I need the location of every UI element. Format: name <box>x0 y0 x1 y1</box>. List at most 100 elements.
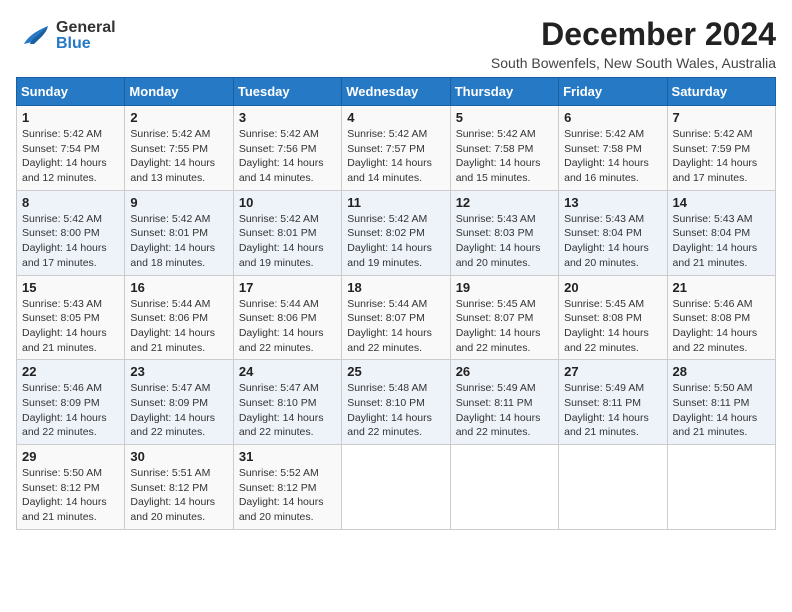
day-info: Sunrise: 5:45 AM Sunset: 8:08 PM Dayligh… <box>564 297 661 356</box>
calendar-cell: 26Sunrise: 5:49 AM Sunset: 8:11 PM Dayli… <box>450 360 558 445</box>
calendar-cell: 12Sunrise: 5:43 AM Sunset: 8:03 PM Dayli… <box>450 190 558 275</box>
location-subtitle: South Bowenfels, New South Wales, Austra… <box>491 55 776 71</box>
day-number: 7 <box>673 110 770 125</box>
day-info: Sunrise: 5:42 AM Sunset: 7:56 PM Dayligh… <box>239 127 336 186</box>
day-info: Sunrise: 5:51 AM Sunset: 8:12 PM Dayligh… <box>130 466 227 525</box>
day-number: 24 <box>239 364 336 379</box>
day-info: Sunrise: 5:42 AM Sunset: 7:57 PM Dayligh… <box>347 127 444 186</box>
day-number: 4 <box>347 110 444 125</box>
day-number: 25 <box>347 364 444 379</box>
calendar-week-4: 22Sunrise: 5:46 AM Sunset: 8:09 PM Dayli… <box>17 360 776 445</box>
day-info: Sunrise: 5:46 AM Sunset: 8:08 PM Dayligh… <box>673 297 770 356</box>
day-number: 10 <box>239 195 336 210</box>
day-number: 13 <box>564 195 661 210</box>
day-info: Sunrise: 5:42 AM Sunset: 7:59 PM Dayligh… <box>673 127 770 186</box>
day-number: 1 <box>22 110 119 125</box>
day-number: 15 <box>22 280 119 295</box>
day-info: Sunrise: 5:43 AM Sunset: 8:03 PM Dayligh… <box>456 212 553 271</box>
day-number: 28 <box>673 364 770 379</box>
calendar-cell: 17 Sunrise: 5:44 AM Sunset: 8:06 PM Dayli… <box>233 275 341 360</box>
calendar-cell: 5 Sunrise: 5:42 AM Sunset: 7:58 PM Daylig… <box>450 106 558 191</box>
day-number: 31 <box>239 449 336 464</box>
calendar-cell: 4 Sunrise: 5:42 AM Sunset: 7:57 PM Daylig… <box>342 106 450 191</box>
day-number: 16 <box>130 280 227 295</box>
day-number: 6 <box>564 110 661 125</box>
day-info: Sunrise: 5:47 AM Sunset: 8:09 PM Dayligh… <box>130 381 227 440</box>
weekday-header-saturday: Saturday <box>667 78 775 106</box>
day-number: 17 <box>239 280 336 295</box>
calendar-cell: 29 Sunrise: 5:50 AM Sunset: 8:12 PM Dayli… <box>17 445 125 530</box>
day-info: Sunrise: 5:48 AM Sunset: 8:10 PM Dayligh… <box>347 381 444 440</box>
day-number: 20 <box>564 280 661 295</box>
calendar-cell: 31 Sunrise: 5:52 AM Sunset: 8:12 PM Dayli… <box>233 445 341 530</box>
calendar-cell: 18Sunrise: 5:44 AM Sunset: 8:07 PM Dayli… <box>342 275 450 360</box>
calendar-cell: 21 Sunrise: 5:46 AM Sunset: 8:08 PM Dayli… <box>667 275 775 360</box>
day-info: Sunrise: 5:43 AM Sunset: 8:04 PM Dayligh… <box>673 212 770 271</box>
day-number: 18 <box>347 280 444 295</box>
calendar-cell: 23 Sunrise: 5:47 AM Sunset: 8:09 PM Dayli… <box>125 360 233 445</box>
calendar-week-5: 29 Sunrise: 5:50 AM Sunset: 8:12 PM Dayli… <box>17 445 776 530</box>
calendar-cell: 1 Sunrise: 5:42 AM Sunset: 7:54 PM Daylig… <box>17 106 125 191</box>
day-info: Sunrise: 5:43 AM Sunset: 8:05 PM Dayligh… <box>22 297 119 356</box>
calendar-week-1: 1 Sunrise: 5:42 AM Sunset: 7:54 PM Daylig… <box>17 106 776 191</box>
day-info: Sunrise: 5:50 AM Sunset: 8:11 PM Dayligh… <box>673 381 770 440</box>
weekday-header-row: SundayMondayTuesdayWednesdayThursdayFrid… <box>17 78 776 106</box>
calendar-week-3: 15 Sunrise: 5:43 AM Sunset: 8:05 PM Dayli… <box>17 275 776 360</box>
day-number: 27 <box>564 364 661 379</box>
day-info: Sunrise: 5:42 AM Sunset: 7:58 PM Dayligh… <box>456 127 553 186</box>
logo: General Blue <box>16 16 116 56</box>
logo-icon <box>16 16 52 56</box>
calendar-cell: 7 Sunrise: 5:42 AM Sunset: 7:59 PM Daylig… <box>667 106 775 191</box>
calendar-cell <box>450 445 558 530</box>
day-info: Sunrise: 5:47 AM Sunset: 8:10 PM Dayligh… <box>239 381 336 440</box>
weekday-header-wednesday: Wednesday <box>342 78 450 106</box>
calendar-cell: 28 Sunrise: 5:50 AM Sunset: 8:11 PM Dayli… <box>667 360 775 445</box>
day-number: 23 <box>130 364 227 379</box>
calendar-cell: 13Sunrise: 5:43 AM Sunset: 8:04 PM Dayli… <box>559 190 667 275</box>
calendar-cell: 20 Sunrise: 5:45 AM Sunset: 8:08 PM Dayli… <box>559 275 667 360</box>
day-number: 5 <box>456 110 553 125</box>
day-number: 30 <box>130 449 227 464</box>
day-number: 9 <box>130 195 227 210</box>
day-info: Sunrise: 5:50 AM Sunset: 8:12 PM Dayligh… <box>22 466 119 525</box>
calendar-cell: 3 Sunrise: 5:42 AM Sunset: 7:56 PM Daylig… <box>233 106 341 191</box>
day-number: 26 <box>456 364 553 379</box>
day-info: Sunrise: 5:42 AM Sunset: 8:01 PM Dayligh… <box>239 212 336 271</box>
day-number: 8 <box>22 195 119 210</box>
calendar-cell: 25 Sunrise: 5:48 AM Sunset: 8:10 PM Dayli… <box>342 360 450 445</box>
day-number: 11 <box>347 195 444 210</box>
calendar-cell: 16 Sunrise: 5:44 AM Sunset: 8:06 PM Dayli… <box>125 275 233 360</box>
calendar-cell: 9Sunrise: 5:42 AM Sunset: 8:01 PM Daylig… <box>125 190 233 275</box>
logo-blue: Blue <box>56 36 116 52</box>
day-number: 19 <box>456 280 553 295</box>
calendar-cell: 24 Sunrise: 5:47 AM Sunset: 8:10 PM Dayli… <box>233 360 341 445</box>
logo-text: General Blue <box>56 20 116 52</box>
day-number: 3 <box>239 110 336 125</box>
weekday-header-friday: Friday <box>559 78 667 106</box>
day-info: Sunrise: 5:42 AM Sunset: 7:58 PM Dayligh… <box>564 127 661 186</box>
calendar-cell: 30 Sunrise: 5:51 AM Sunset: 8:12 PM Dayli… <box>125 445 233 530</box>
calendar-cell: 6 Sunrise: 5:42 AM Sunset: 7:58 PM Daylig… <box>559 106 667 191</box>
day-number: 2 <box>130 110 227 125</box>
calendar-cell <box>559 445 667 530</box>
day-info: Sunrise: 5:49 AM Sunset: 8:11 PM Dayligh… <box>564 381 661 440</box>
calendar-week-2: 8Sunrise: 5:42 AM Sunset: 8:00 PM Daylig… <box>17 190 776 275</box>
day-info: Sunrise: 5:52 AM Sunset: 8:12 PM Dayligh… <box>239 466 336 525</box>
title-block: December 2024 South Bowenfels, New South… <box>491 16 776 71</box>
calendar-cell: 11Sunrise: 5:42 AM Sunset: 8:02 PM Dayli… <box>342 190 450 275</box>
day-info: Sunrise: 5:44 AM Sunset: 8:06 PM Dayligh… <box>239 297 336 356</box>
calendar-table: SundayMondayTuesdayWednesdayThursdayFrid… <box>16 77 776 530</box>
calendar-cell: 19 Sunrise: 5:45 AM Sunset: 8:07 PM Dayli… <box>450 275 558 360</box>
day-number: 22 <box>22 364 119 379</box>
day-info: Sunrise: 5:44 AM Sunset: 8:06 PM Dayligh… <box>130 297 227 356</box>
day-number: 14 <box>673 195 770 210</box>
day-info: Sunrise: 5:42 AM Sunset: 7:54 PM Dayligh… <box>22 127 119 186</box>
day-number: 21 <box>673 280 770 295</box>
calendar-cell: 22Sunrise: 5:46 AM Sunset: 8:09 PM Dayli… <box>17 360 125 445</box>
day-number: 29 <box>22 449 119 464</box>
calendar-cell: 2Sunrise: 5:42 AM Sunset: 7:55 PM Daylig… <box>125 106 233 191</box>
weekday-header-sunday: Sunday <box>17 78 125 106</box>
calendar-cell: 8Sunrise: 5:42 AM Sunset: 8:00 PM Daylig… <box>17 190 125 275</box>
day-info: Sunrise: 5:45 AM Sunset: 8:07 PM Dayligh… <box>456 297 553 356</box>
weekday-header-tuesday: Tuesday <box>233 78 341 106</box>
